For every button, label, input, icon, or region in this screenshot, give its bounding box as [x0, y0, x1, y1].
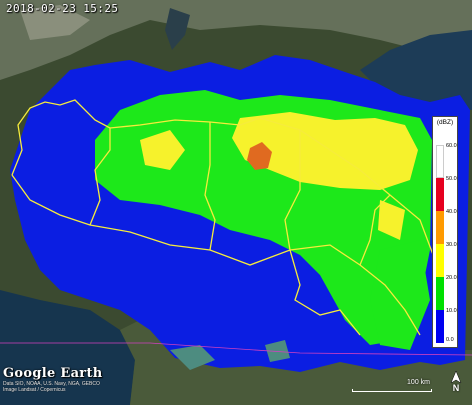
legend-swatch-30: [436, 244, 444, 277]
legend-color-bar: [436, 145, 444, 343]
image-attribution: Image Landsat / Copernicus: [3, 387, 66, 393]
scale-bar-line: [352, 389, 432, 392]
scale-bar-label: 100 km: [407, 379, 430, 386]
legend-tick-20: 20.0: [446, 275, 457, 281]
dbz-legend: (dBZ) 60.0 50.0 40.0 30.0 20.0 10.0 0.0: [432, 116, 458, 348]
google-earth-branding: Google Earth Data SIO, NOAA, U.S. Navy, …: [3, 366, 103, 393]
compass-north-label: N: [452, 383, 460, 393]
legend-swatch-20: [436, 277, 444, 310]
legend-tick-50: 50.0: [446, 176, 457, 182]
legend-tick-40: 40.0: [446, 209, 457, 215]
legend-tick-0: 0.0: [446, 337, 454, 343]
google-earth-logo: Google Earth: [3, 366, 103, 381]
legend-swatch-40: [436, 211, 444, 244]
legend-title: (dBZ): [436, 119, 454, 126]
scale-bar: 100 km: [352, 379, 432, 397]
legend-tick-60: 60.0: [446, 143, 457, 149]
satellite-map[interactable]: [0, 0, 472, 405]
legend-tick-10: 10.0: [446, 308, 457, 314]
legend-swatch-10: [436, 310, 444, 343]
compass[interactable]: N: [448, 370, 464, 397]
radar-timestamp: 2018-02-23 15:25: [6, 2, 119, 15]
legend-swatch-50: [436, 178, 444, 211]
legend-swatch-60: [436, 145, 444, 178]
legend-tick-30: 30.0: [446, 242, 457, 248]
map-view[interactable]: 2018-02-23 15:25 (dBZ) 60.0 50.0 40.0 30…: [0, 0, 472, 405]
